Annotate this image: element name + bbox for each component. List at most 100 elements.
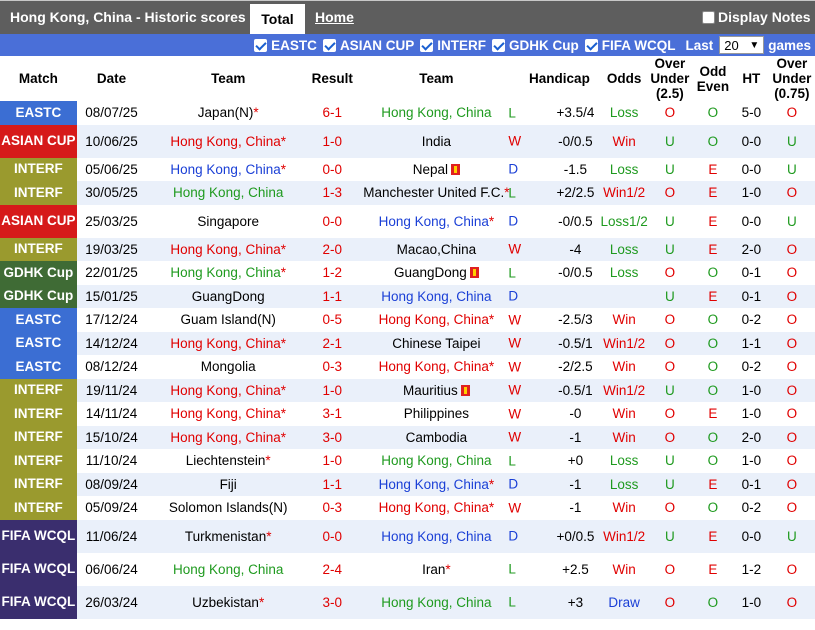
- home-team-cell[interactable]: Hong Kong, China*: [146, 157, 311, 181]
- home-team-cell[interactable]: GuangDong: [146, 284, 311, 308]
- home-team-name[interactable]: Hong Kong, China: [170, 336, 280, 351]
- match-badge[interactable]: EASTC: [0, 308, 77, 332]
- away-team-name[interactable]: Hong Kong, China: [381, 105, 491, 120]
- tab-home[interactable]: Home: [315, 9, 354, 25]
- match-result[interactable]: 1-0: [310, 449, 355, 473]
- away-team-cell[interactable]: Iran*: [354, 552, 519, 586]
- away-team-name[interactable]: Hong Kong, China: [381, 289, 491, 304]
- home-team-cell[interactable]: Hong Kong, China*: [146, 425, 311, 449]
- home-team-cell[interactable]: Turkmenistan*: [146, 519, 311, 553]
- match-badge[interactable]: INTERF: [0, 449, 77, 473]
- away-team-name[interactable]: Hong Kong, China: [379, 477, 489, 492]
- home-team-name[interactable]: Mongolia: [201, 359, 256, 374]
- home-team-name[interactable]: Hong Kong, China: [170, 430, 280, 445]
- match-badge[interactable]: ASIAN CUP: [0, 124, 77, 158]
- away-team-cell[interactable]: Nepal: [354, 157, 519, 181]
- home-team-name[interactable]: Singapore: [197, 214, 259, 229]
- home-team-cell[interactable]: Hong Kong, China: [146, 181, 311, 205]
- match-badge[interactable]: INTERF: [0, 181, 77, 205]
- away-team-name[interactable]: Manchester United F.C.: [363, 185, 504, 200]
- match-badge[interactable]: EASTC: [0, 331, 77, 355]
- match-result[interactable]: 1-0: [310, 124, 355, 158]
- away-team-name[interactable]: Hong Kong, China: [379, 359, 489, 374]
- match-result[interactable]: 3-0: [310, 425, 355, 449]
- match-badge[interactable]: INTERF: [0, 496, 77, 520]
- home-team-name[interactable]: Uzbekistan: [192, 595, 259, 610]
- away-team-name[interactable]: Hong Kong, China: [379, 312, 489, 327]
- away-team-name[interactable]: Mauritius: [403, 383, 458, 398]
- home-team-name[interactable]: Liechtenstein: [186, 453, 266, 468]
- match-result[interactable]: 1-1: [310, 472, 355, 496]
- home-team-name[interactable]: Hong Kong, China: [170, 162, 280, 177]
- home-team-name[interactable]: Hong Kong, China: [170, 383, 280, 398]
- away-team-cell[interactable]: Chinese Taipei: [354, 331, 519, 355]
- check-icon[interactable]: [584, 38, 598, 52]
- check-icon[interactable]: [322, 38, 336, 52]
- home-team-name[interactable]: Hong Kong, China: [173, 185, 283, 200]
- away-team-cell[interactable]: Hong Kong, China: [354, 519, 519, 553]
- match-badge[interactable]: INTERF: [0, 237, 77, 261]
- match-result[interactable]: 0-0: [310, 204, 355, 238]
- away-team-name[interactable]: Hong Kong, China: [381, 529, 491, 544]
- away-team-name[interactable]: Nepal: [413, 162, 448, 177]
- match-result[interactable]: 0-0: [310, 157, 355, 181]
- home-team-name[interactable]: Turkmenistan: [185, 529, 266, 544]
- match-result[interactable]: 1-0: [310, 378, 355, 402]
- home-team-cell[interactable]: Liechtenstein*: [146, 449, 311, 473]
- home-team-cell[interactable]: Mongolia: [146, 355, 311, 379]
- match-badge[interactable]: FIFA WCQL: [0, 585, 77, 619]
- tab-total[interactable]: Total: [250, 4, 305, 35]
- last-games-select[interactable]: 20 ▼: [719, 36, 765, 54]
- check-icon[interactable]: [254, 38, 268, 52]
- away-team-cell[interactable]: Mauritius: [354, 378, 519, 402]
- home-team-name[interactable]: Hong Kong, China: [173, 562, 283, 577]
- match-result[interactable]: 6-1: [310, 101, 355, 125]
- home-team-cell[interactable]: Hong Kong, China: [146, 552, 311, 586]
- match-result[interactable]: 0-3: [310, 496, 355, 520]
- home-team-cell[interactable]: Hong Kong, China*: [146, 402, 311, 426]
- filter-interf[interactable]: INTERF: [420, 38, 486, 53]
- match-badge[interactable]: EASTC: [0, 101, 77, 125]
- match-badge[interactable]: INTERF: [0, 378, 77, 402]
- match-badge[interactable]: GDHK Cup: [0, 284, 77, 308]
- away-team-name[interactable]: India: [422, 134, 451, 149]
- home-team-name[interactable]: Hong Kong, China: [170, 265, 280, 280]
- match-result[interactable]: 1-3: [310, 181, 355, 205]
- match-result[interactable]: 2-1: [310, 331, 355, 355]
- away-team-name[interactable]: Hong Kong, China: [381, 595, 491, 610]
- away-team-name[interactable]: Hong Kong, China: [379, 500, 489, 515]
- home-team-cell[interactable]: Japan(N)*: [146, 101, 311, 125]
- away-team-cell[interactable]: GuangDong: [354, 261, 519, 285]
- match-result[interactable]: 0-3: [310, 355, 355, 379]
- away-team-cell[interactable]: Hong Kong, China*: [354, 308, 519, 332]
- check-icon[interactable]: [420, 38, 434, 52]
- home-team-cell[interactable]: Singapore: [146, 204, 311, 238]
- home-team-cell[interactable]: Solomon Islands(N): [146, 496, 311, 520]
- home-team-name[interactable]: Solomon Islands(N): [169, 500, 288, 515]
- filter-eastc[interactable]: EASTC: [254, 38, 317, 53]
- home-team-name[interactable]: Hong Kong, China: [170, 242, 280, 257]
- away-team-cell[interactable]: Hong Kong, China*: [354, 204, 519, 238]
- away-team-name[interactable]: Macao,China: [397, 242, 477, 257]
- away-team-cell[interactable]: Hong Kong, China: [354, 101, 519, 125]
- away-team-name[interactable]: GuangDong: [394, 265, 467, 280]
- match-result[interactable]: 3-1: [310, 402, 355, 426]
- match-result[interactable]: 2-0: [310, 237, 355, 261]
- away-team-name[interactable]: Cambodia: [406, 430, 468, 445]
- match-result[interactable]: 1-1: [310, 284, 355, 308]
- away-team-name[interactable]: Philippines: [404, 406, 469, 421]
- home-team-cell[interactable]: Hong Kong, China*: [146, 237, 311, 261]
- home-team-cell[interactable]: Hong Kong, China*: [146, 331, 311, 355]
- away-team-cell[interactable]: India: [354, 124, 519, 158]
- home-team-name[interactable]: GuangDong: [192, 289, 265, 304]
- away-team-name[interactable]: Chinese Taipei: [392, 336, 480, 351]
- away-team-cell[interactable]: Macao,China: [354, 237, 519, 261]
- match-badge[interactable]: INTERF: [0, 402, 77, 426]
- away-team-cell[interactable]: Hong Kong, China: [354, 284, 519, 308]
- filter-fifa-wcql[interactable]: FIFA WCQL: [584, 38, 675, 53]
- filter-asian-cup[interactable]: ASIAN CUP: [322, 38, 414, 53]
- home-team-cell[interactable]: Hong Kong, China*: [146, 378, 311, 402]
- home-team-name[interactable]: Japan(N): [198, 105, 254, 120]
- away-team-name[interactable]: Hong Kong, China: [381, 453, 491, 468]
- away-team-cell[interactable]: Manchester United F.C.*: [354, 181, 519, 205]
